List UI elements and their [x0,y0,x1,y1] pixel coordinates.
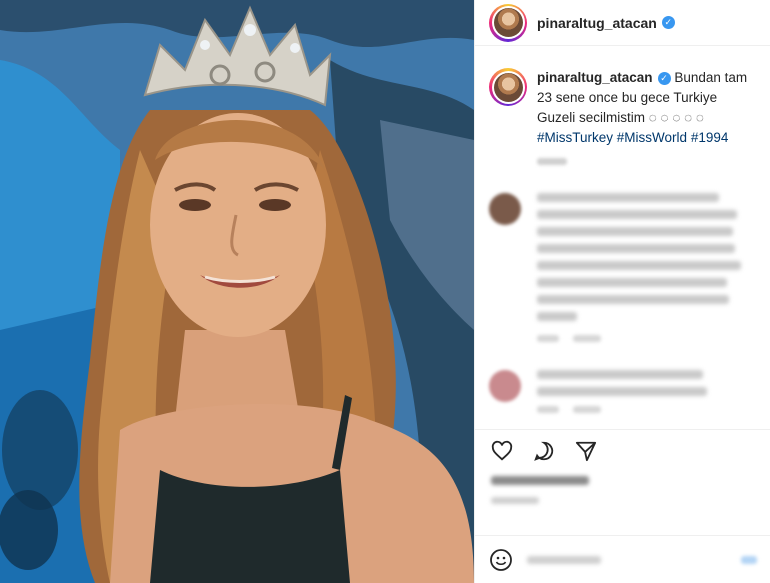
hashtag-1994[interactable]: #1994 [691,130,729,145]
hashtag-missturkey[interactable]: #MissTurkey [537,130,613,145]
emoji-icon[interactable] [489,548,513,572]
action-bar [475,430,770,462]
likes-section [475,462,770,504]
comment-text-line [537,295,729,304]
commenter-avatar[interactable] [489,193,521,225]
post-button[interactable] [741,555,757,564]
comment-item [475,193,770,342]
comment-icon[interactable] [533,440,555,462]
header-username[interactable]: pinaraltug_atacan [537,15,657,31]
comment-text-line [537,227,733,236]
share-icon[interactable] [575,440,597,462]
likes-count[interactable] [491,476,589,485]
commenter-avatar[interactable] [489,370,521,402]
reply-button[interactable] [573,335,601,342]
caption-username[interactable]: pinaraltug_atacan [537,70,653,85]
post-photo[interactable] [0,0,474,583]
photo-illustration [0,0,474,583]
heart-icon[interactable] [491,440,513,462]
add-comment-bar [475,535,770,583]
caption-emojis: ◌ ◌ ◌ ◌ ◌ [648,110,704,125]
reply-button[interactable] [573,406,601,413]
caption-avatar[interactable] [489,68,527,106]
post-sidebar: pinaraltug_atacan ✓ pinaraltug_atacan ✓ B… [474,0,770,583]
comment-time [537,335,559,342]
comment-input[interactable] [527,555,601,564]
comment-meta [537,335,741,342]
comment-meta [537,406,707,413]
comment-body [537,370,707,413]
caption-text-block: pinaraltug_atacan ✓ Bundan tam 23 sene on… [537,68,758,148]
comment-text-line [537,278,727,287]
comment-item [475,370,770,413]
comment-text-line [537,193,719,202]
post-header: pinaraltug_atacan ✓ [475,0,770,46]
comment-body [537,193,741,342]
comment-text-line [537,210,737,219]
avatar-image [493,72,523,102]
comment-text-line [537,244,735,253]
caption-timestamp [537,158,567,165]
comment-text-line [537,261,741,270]
comment-text-line [537,370,703,379]
caption: pinaraltug_atacan ✓ Bundan tam 23 sene on… [475,46,770,148]
comment-text-line [537,312,577,321]
header-avatar[interactable] [489,3,527,42]
avatar-image [493,8,523,37]
verified-badge-icon: ✓ [661,16,675,29]
comment-time [537,406,559,413]
verified-badge-icon: ✓ [657,71,671,85]
hashtag-missworld[interactable]: #MissWorld [617,130,687,145]
comment-text-line [537,387,707,396]
post-date [491,497,539,504]
